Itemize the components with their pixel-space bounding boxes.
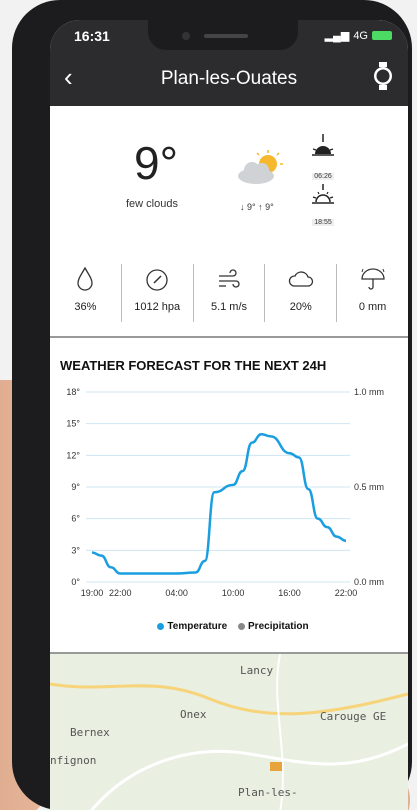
- wind-stat: 5.1 m/s: [194, 264, 266, 322]
- x-tick-label: 16:00: [278, 588, 301, 598]
- y2-tick-label: 1.0 mm: [354, 387, 384, 397]
- umbrella-icon: [360, 268, 385, 290]
- pressure-value: 1012 hpa: [134, 301, 181, 313]
- chart-legend: Temperature Precipitation: [50, 621, 408, 632]
- y-tick-label: 3°: [71, 545, 80, 555]
- y-tick-label: 15°: [66, 419, 80, 429]
- chart-title: WEATHER FORECAST FOR THE NEXT 24H: [60, 358, 327, 373]
- humidity-value: 36%: [74, 301, 97, 313]
- map-label: nfignon: [50, 754, 97, 767]
- speaker: [204, 34, 248, 38]
- status-indicators: ▂▄▆ 4G: [325, 29, 392, 42]
- x-tick-label: 04:00: [165, 588, 188, 598]
- rain-stat: 0 mm: [337, 264, 408, 322]
- map-label: Plan-les-: [238, 786, 298, 799]
- current-weather: 9° few clouds ↓ 9° ↑ 9° 06:26 18:55 36% …: [50, 106, 408, 344]
- network-label: 4G: [353, 29, 368, 42]
- phone-frame: 16:31 ▂▄▆ 4G ‹ Plan-les-Ouates 9° few cl…: [12, 0, 412, 810]
- temperature-legend-dot: [157, 622, 165, 630]
- notch: [148, 20, 298, 50]
- battery-icon: [372, 31, 392, 40]
- humidity-stat: 36%: [50, 264, 122, 322]
- clouds-stat: 20%: [265, 264, 338, 322]
- cloud-icon: [288, 271, 313, 287]
- current-temperature: 9°: [134, 137, 178, 189]
- x-tick-label: 22:00: [109, 588, 132, 598]
- droplet-icon: [77, 266, 94, 291]
- y-tick-label: 0°: [71, 577, 80, 587]
- status-time: 16:31: [74, 28, 110, 44]
- temperature-chart: 18° 15° 12° 9° 6° 3° 0° 1.0 mm 0.5 mm 0.0 mm 19:00…: [66, 387, 384, 598]
- map-label: Onex: [180, 708, 207, 721]
- wind-value: 5.1 m/s: [210, 301, 248, 313]
- clouds-value: 20%: [289, 301, 312, 313]
- y-tick-label: 6°: [71, 514, 80, 524]
- sunset-icon: [312, 184, 334, 204]
- top-bar: 16:31 ▂▄▆ 4G ‹ Plan-les-Ouates: [50, 20, 408, 106]
- map-label: Lancy: [240, 664, 274, 677]
- sunrise-time: 06:26: [312, 173, 334, 180]
- pressure-stat: 1012 hpa: [122, 264, 194, 322]
- gauge-icon: [146, 269, 168, 291]
- wind-icon: [218, 269, 240, 288]
- nav-bar: ‹ Plan-les-Ouates: [50, 58, 408, 102]
- legend-temperature[interactable]: Temperature: [167, 621, 227, 632]
- x-tick-label: 10:00: [222, 588, 245, 598]
- watch-icon[interactable]: [372, 62, 394, 90]
- y2-tick-label: 0.5 mm: [354, 482, 384, 492]
- sunset: 18:55: [310, 184, 336, 229]
- map-label: Bernex: [70, 726, 110, 739]
- sunrise: 06:26: [310, 134, 336, 183]
- sunset-time: 18:55: [312, 219, 334, 226]
- x-tick-label: 19:00: [81, 588, 104, 598]
- x-tick-label: 22:00: [335, 588, 358, 598]
- page-title: Plan-les-Ouates: [160, 68, 298, 89]
- map-view[interactable]: Lancy Onex Carouge GE Bernex nfignon Plan-les…: [50, 652, 408, 810]
- legend-precipitation[interactable]: Precipitation: [248, 621, 309, 632]
- min-max-temperature: ↓ 9° ↑ 9°: [240, 202, 274, 212]
- partly-cloudy-icon: [238, 150, 283, 184]
- weather-stats: 36% 1012 hpa 5.1 m/s 20% 0 mm: [50, 264, 408, 322]
- map-label: Carouge GE: [320, 710, 387, 723]
- y2-tick-label: 0.0 mm: [354, 577, 384, 587]
- camera: [182, 32, 190, 40]
- rain-value: 0 mm: [358, 301, 387, 313]
- signal-icon: ▂▄▆: [324, 30, 350, 42]
- forecast-chart: WEATHER FORECAST FOR THE NEXT 24H 18° 15°…: [50, 338, 408, 650]
- weather-description: few clouds: [126, 198, 178, 210]
- app-screen: 16:31 ▂▄▆ 4G ‹ Plan-les-Ouates 9° few cl…: [50, 20, 408, 810]
- y-tick-label: 12°: [66, 450, 80, 460]
- sunrise-icon: [312, 134, 334, 156]
- y-tick-label: 9°: [71, 482, 80, 492]
- y-tick-label: 18°: [66, 387, 80, 397]
- precipitation-legend-dot: [238, 622, 246, 630]
